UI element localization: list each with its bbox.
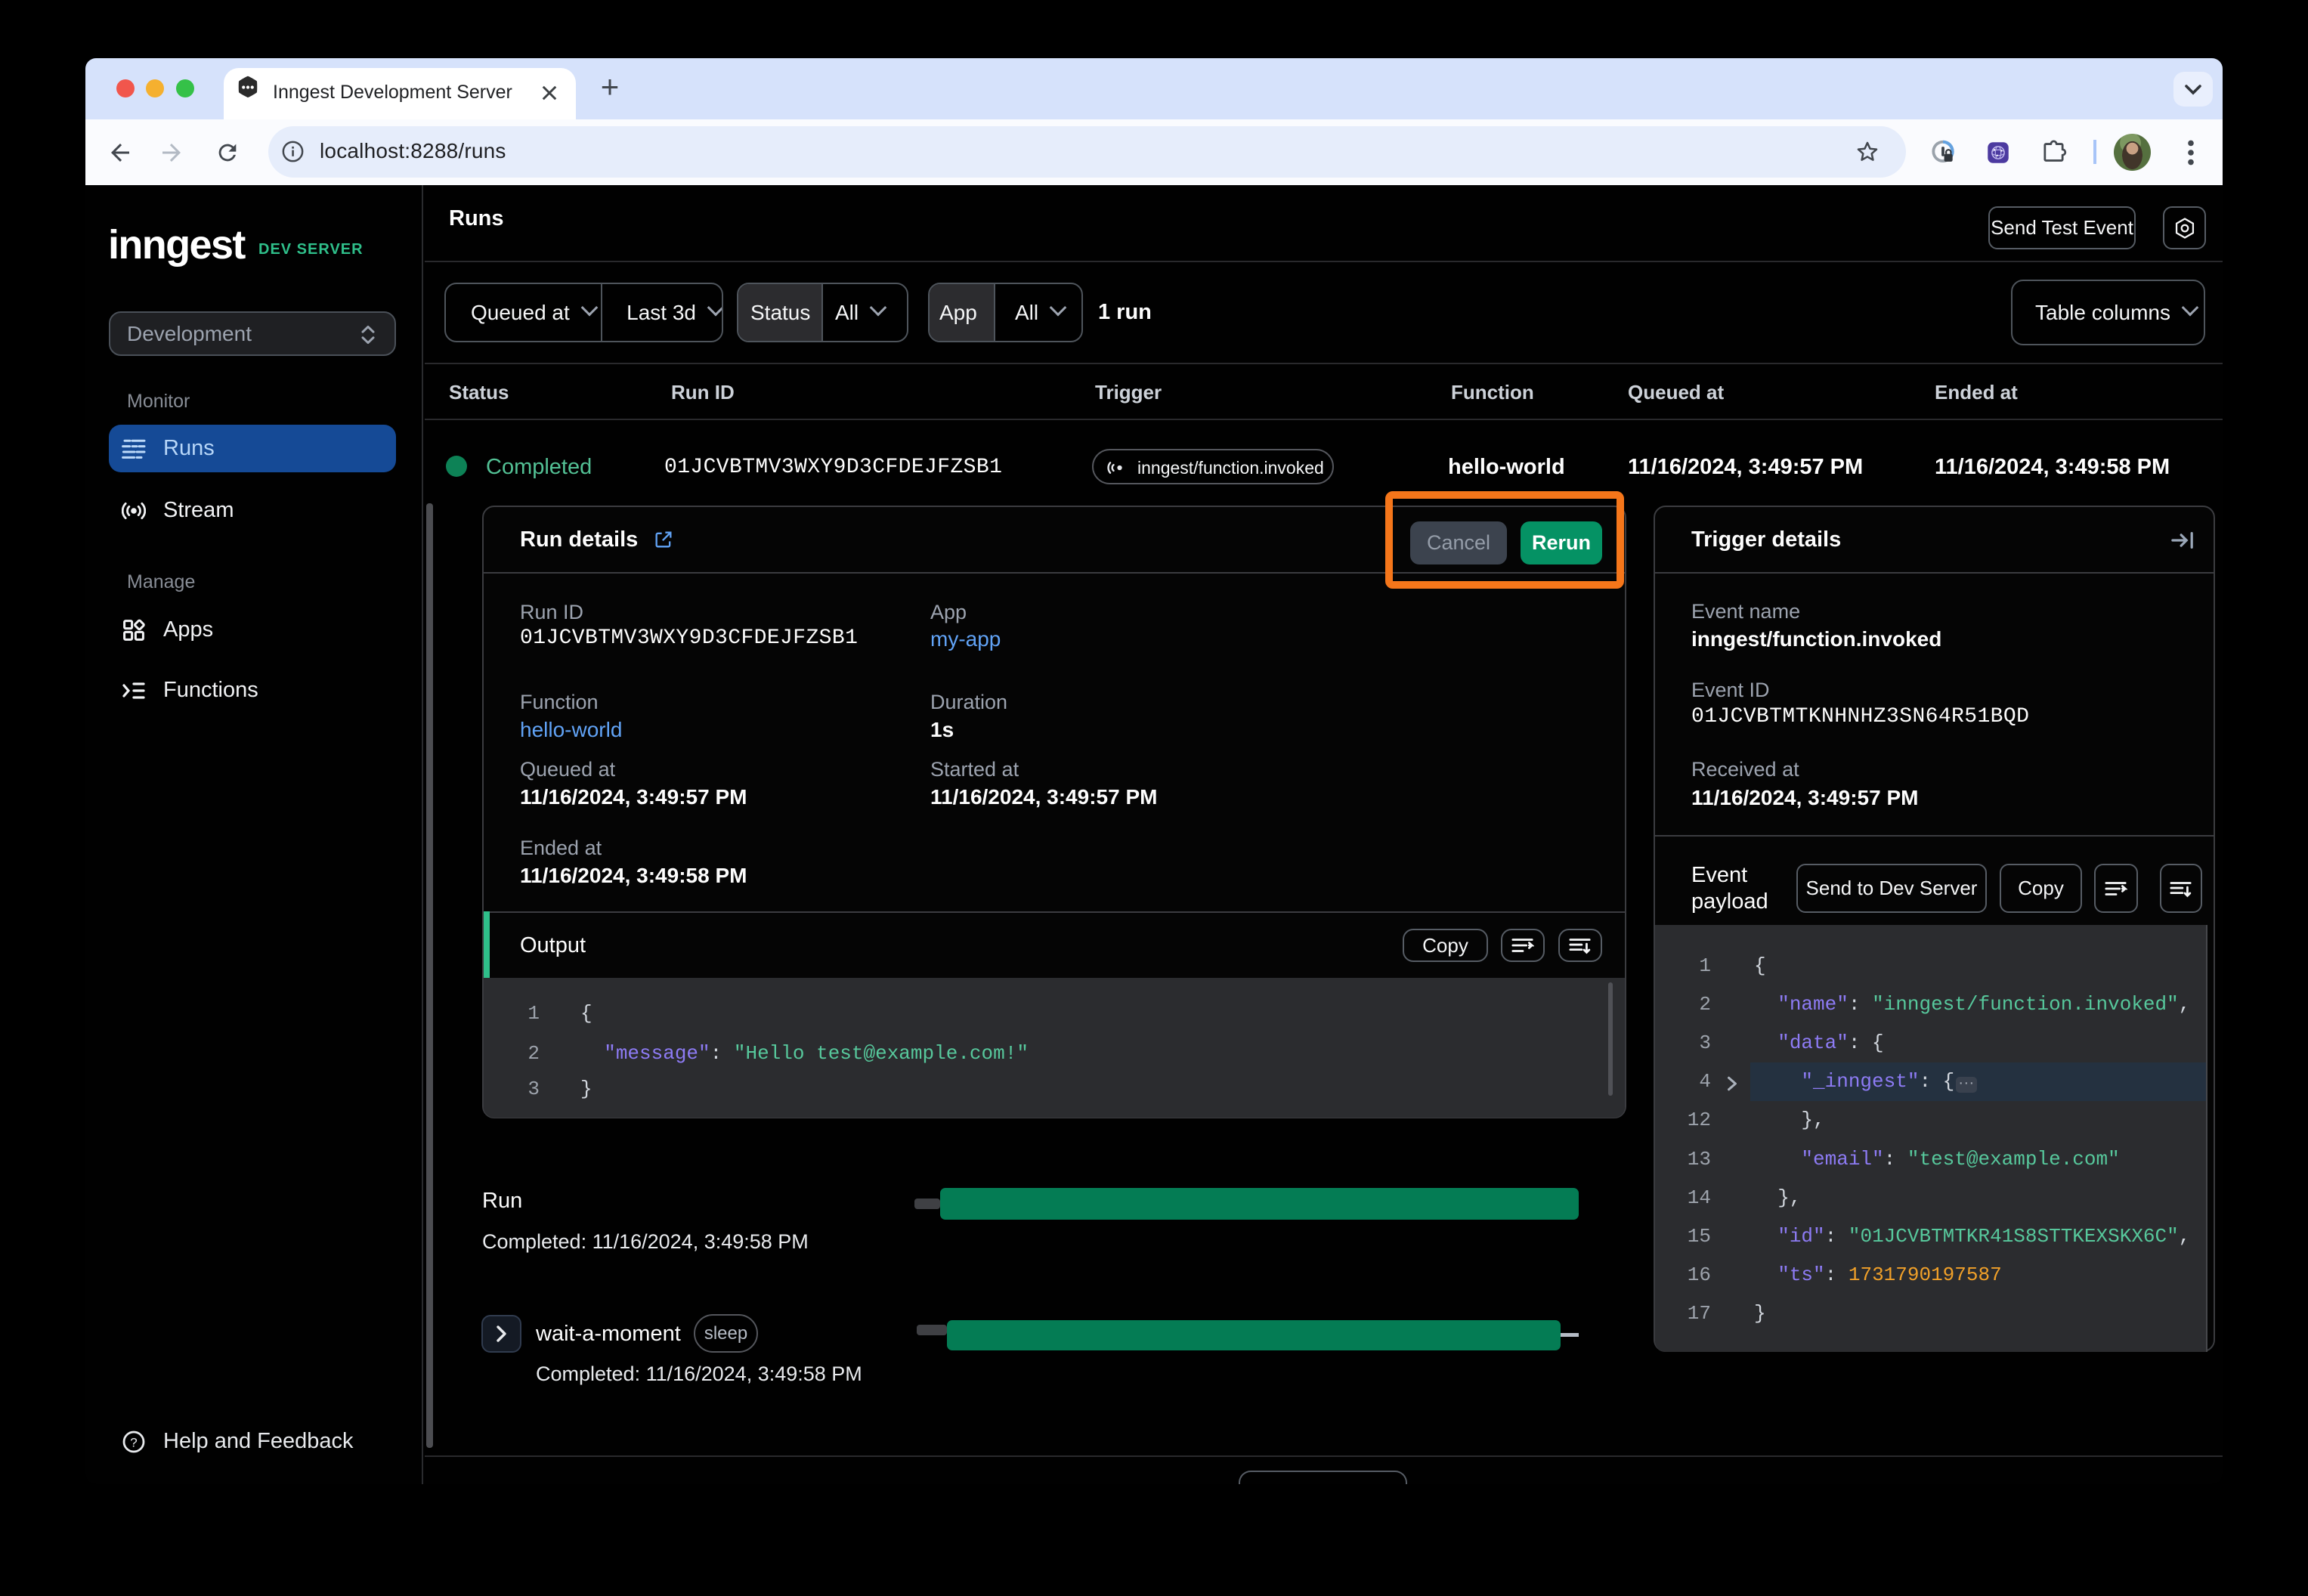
svg-text:?: ?	[130, 1435, 137, 1449]
